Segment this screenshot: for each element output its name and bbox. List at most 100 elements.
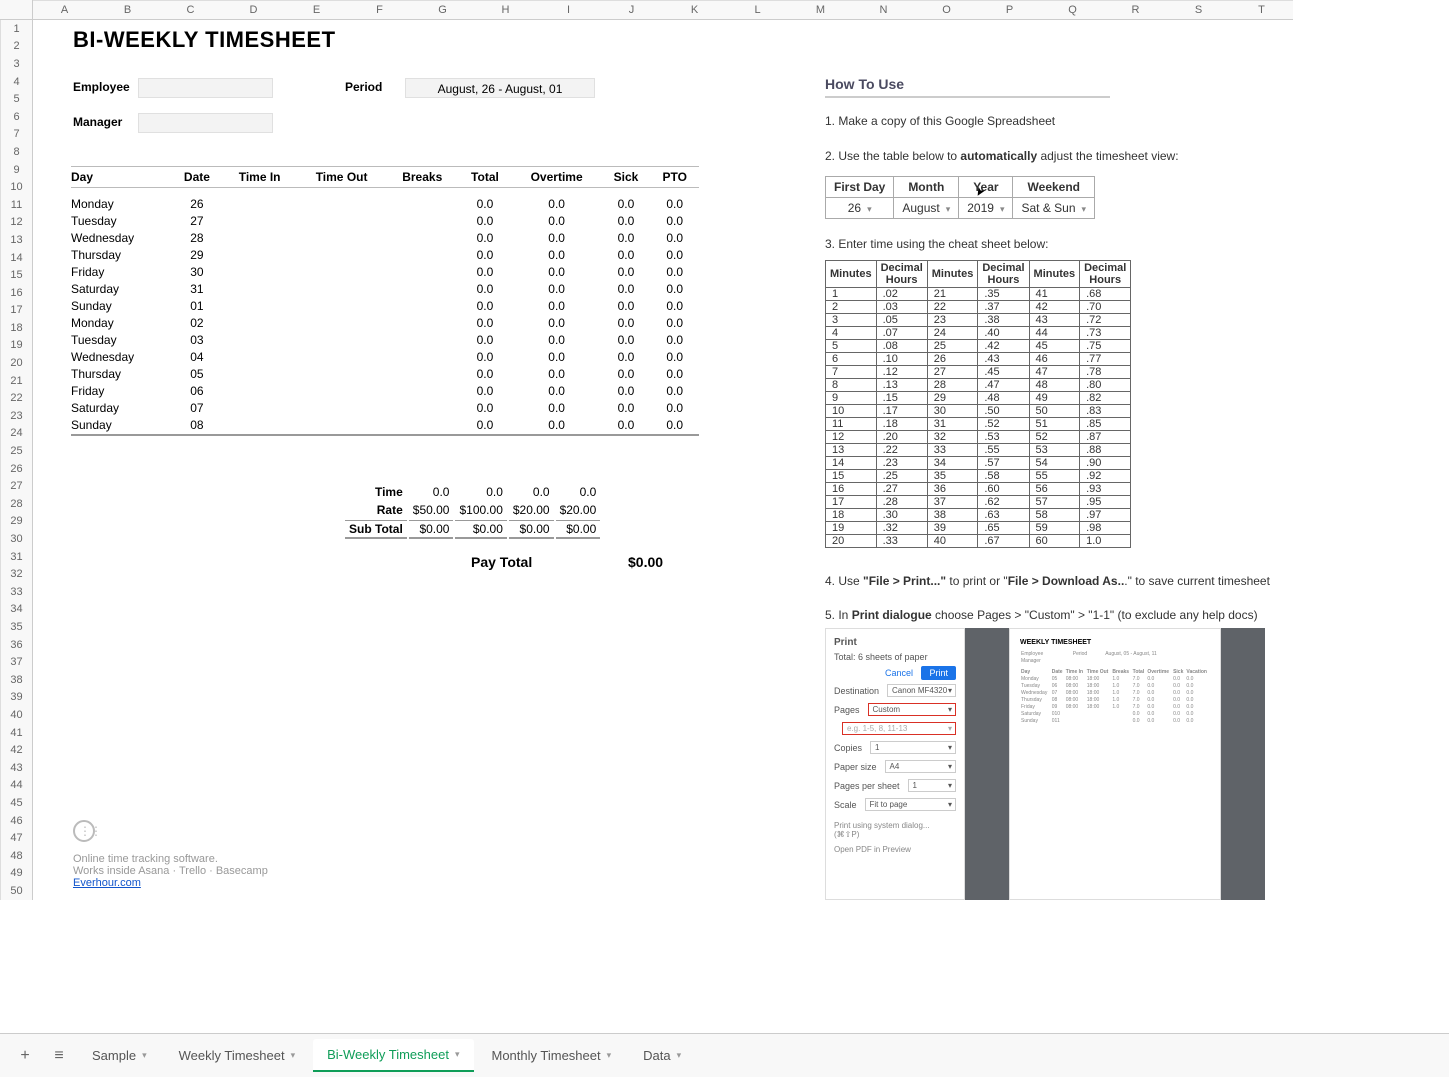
column-header[interactable]: B [96, 0, 159, 20]
config-table[interactable]: First DayMonthYearWeekend26August2019Sat… [825, 176, 1095, 219]
add-sheet-button[interactable]: + [10, 1047, 40, 1065]
timesheet-row[interactable]: Friday060.00.00.00.0 [71, 383, 699, 400]
column-header[interactable]: R [1104, 0, 1167, 20]
row-header[interactable]: 4 [0, 73, 33, 91]
row-header[interactable]: 24 [0, 425, 33, 443]
column-header[interactable]: D [222, 0, 285, 20]
column-header[interactable]: Q [1041, 0, 1104, 20]
print-pages-input[interactable]: e.g. 1-5, 8, 11-13 [842, 722, 956, 735]
row-header[interactable]: 27 [0, 477, 33, 495]
timesheet-row[interactable]: Thursday290.00.00.00.0 [71, 247, 699, 264]
row-header[interactable]: 42 [0, 741, 33, 759]
column-header[interactable]: G [411, 0, 474, 20]
row-header[interactable]: 9 [0, 161, 33, 179]
column-header[interactable]: T [1230, 0, 1293, 20]
row-header[interactable]: 35 [0, 618, 33, 636]
row-header[interactable]: 37 [0, 653, 33, 671]
row-header[interactable]: 33 [0, 583, 33, 601]
config-dropdown[interactable]: August [894, 198, 959, 219]
timesheet-row[interactable]: Tuesday030.00.00.00.0 [71, 332, 699, 349]
row-header[interactable]: 49 [0, 865, 33, 883]
config-dropdown[interactable]: 26 [826, 198, 894, 219]
row-header[interactable]: 39 [0, 689, 33, 707]
row-header[interactable]: 13 [0, 231, 33, 249]
row-header[interactable]: 6 [0, 108, 33, 126]
row-header[interactable]: 38 [0, 671, 33, 689]
timesheet-row[interactable]: Sunday080.00.00.00.0 [71, 417, 699, 435]
print-copies-input[interactable]: 1 [870, 741, 956, 754]
tab-menu-icon[interactable]: ▾ [607, 1050, 612, 1061]
timesheet-row[interactable]: Monday260.00.00.00.0 [71, 196, 699, 213]
column-header[interactable]: K [663, 0, 726, 20]
row-header[interactable]: 32 [0, 565, 33, 583]
sheet-tab[interactable]: Sample▾ [78, 1039, 161, 1072]
row-header[interactable]: 29 [0, 513, 33, 531]
row-header[interactable]: 22 [0, 389, 33, 407]
print-scale-select[interactable]: Fit to page [865, 798, 956, 811]
row-header[interactable]: 19 [0, 337, 33, 355]
timesheet-row[interactable]: Monday020.00.00.00.0 [71, 315, 699, 332]
column-header[interactable]: N [852, 0, 915, 20]
row-header[interactable]: 7 [0, 126, 33, 144]
row-header[interactable]: 25 [0, 442, 33, 460]
sheet-tab[interactable]: Data▾ [629, 1039, 695, 1072]
row-header[interactable]: 16 [0, 284, 33, 302]
timesheet-row[interactable]: Wednesday040.00.00.00.0 [71, 349, 699, 366]
all-sheets-button[interactable]: ≡ [44, 1047, 74, 1065]
print-button[interactable]: Print [921, 666, 956, 680]
row-header[interactable]: 21 [0, 372, 33, 390]
row-header[interactable]: 41 [0, 724, 33, 742]
row-header[interactable]: 2 [0, 38, 33, 56]
row-header[interactable]: 34 [0, 601, 33, 619]
column-header[interactable]: S [1167, 0, 1230, 20]
sheet-tabs[interactable]: + ≡ Sample▾Weekly Timesheet▾Bi-Weekly Ti… [0, 1033, 1449, 1077]
row-header[interactable]: 14 [0, 249, 33, 267]
tab-menu-icon[interactable]: ▾ [291, 1050, 296, 1061]
row-header[interactable]: 12 [0, 214, 33, 232]
everhour-link[interactable]: Everhour.com [73, 877, 141, 889]
print-paper-select[interactable]: A4 [885, 760, 956, 773]
employee-input[interactable] [138, 78, 273, 98]
timesheet-row[interactable]: Friday300.00.00.00.0 [71, 264, 699, 281]
row-header[interactable]: 3 [0, 55, 33, 73]
column-header[interactable]: I [537, 0, 600, 20]
timesheet-row[interactable]: Saturday070.00.00.00.0 [71, 400, 699, 417]
row-header[interactable]: 5 [0, 90, 33, 108]
row-header[interactable]: 36 [0, 636, 33, 654]
grid-corner[interactable] [0, 0, 33, 20]
column-header[interactable]: A [33, 0, 96, 20]
column-header[interactable]: F [348, 0, 411, 20]
row-header[interactable]: 17 [0, 302, 33, 320]
sheet-tab[interactable]: Bi-Weekly Timesheet▾ [313, 1039, 473, 1072]
column-header[interactable]: M [789, 0, 852, 20]
column-header[interactable]: H [474, 0, 537, 20]
column-header[interactable]: P [978, 0, 1041, 20]
row-header[interactable]: 45 [0, 794, 33, 812]
row-header[interactable]: 15 [0, 266, 33, 284]
print-cancel-button[interactable]: Cancel [879, 666, 919, 680]
row-header[interactable]: 40 [0, 706, 33, 724]
row-header[interactable]: 8 [0, 143, 33, 161]
sheet-tab[interactable]: Weekly Timesheet▾ [165, 1039, 310, 1072]
config-dropdown[interactable]: Sat & Sun [1013, 198, 1095, 219]
timesheet-row[interactable]: Sunday010.00.00.00.0 [71, 298, 699, 315]
row-header[interactable]: 47 [0, 829, 33, 847]
print-destination-select[interactable]: Canon MF4320 [887, 684, 956, 697]
tab-menu-icon[interactable]: ▾ [677, 1050, 682, 1061]
row-header[interactable]: 48 [0, 847, 33, 865]
column-header[interactable]: L [726, 0, 789, 20]
timesheet-row[interactable]: Tuesday270.00.00.00.0 [71, 213, 699, 230]
period-input[interactable]: August, 26 - August, 01 [405, 78, 595, 98]
row-header[interactable]: 31 [0, 548, 33, 566]
column-header[interactable]: C [159, 0, 222, 20]
timesheet-row[interactable]: Thursday050.00.00.00.0 [71, 366, 699, 383]
row-header[interactable]: 46 [0, 812, 33, 830]
row-header[interactable]: 30 [0, 530, 33, 548]
row-header[interactable]: 44 [0, 777, 33, 795]
row-header[interactable]: 28 [0, 495, 33, 513]
column-header[interactable]: J [600, 0, 663, 20]
row-header[interactable]: 11 [0, 196, 33, 214]
sheet-tab[interactable]: Monthly Timesheet▾ [478, 1039, 626, 1072]
row-header[interactable]: 1 [0, 20, 33, 38]
print-pages-select[interactable]: Custom [868, 703, 956, 716]
